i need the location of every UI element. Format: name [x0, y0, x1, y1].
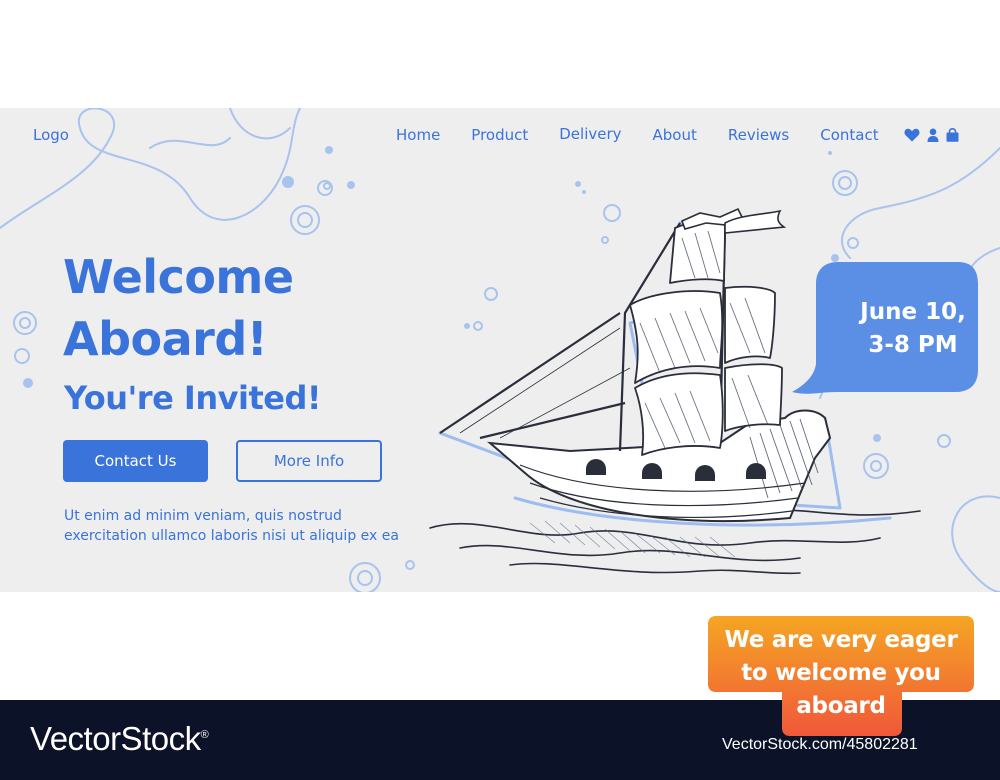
hero-title-line1: Welcome — [63, 250, 294, 304]
brand-name: VectorStock® — [30, 720, 209, 758]
header-icons — [904, 128, 966, 142]
event-date-text: June 10, 3-8 PM — [860, 299, 966, 358]
nav-product[interactable]: Product — [471, 126, 528, 144]
main-nav: Home Product Delivery About Reviews Cont… — [396, 125, 910, 144]
promo-badge-text: We are very eager to welcome you aboard — [724, 627, 958, 719]
hero-body-text: Ut enim ad minim veniam, quis nostrud ex… — [64, 508, 399, 544]
brand-text: VectorStock — [30, 720, 201, 757]
image-id: VectorStock.com/45802281 — [722, 736, 918, 753]
nav-delivery[interactable]: Delivery — [559, 125, 621, 143]
shopping-bag-icon[interactable] — [946, 128, 959, 142]
nav-about[interactable]: About — [653, 126, 697, 144]
more-info-button[interactable]: More Info — [236, 440, 382, 482]
nav-contact[interactable]: Contact — [820, 126, 878, 144]
hero-subtitle: You're Invited! — [64, 379, 321, 417]
heart-icon[interactable] — [904, 128, 920, 142]
user-icon[interactable] — [927, 128, 939, 142]
nav-reviews[interactable]: Reviews — [728, 126, 789, 144]
logo[interactable]: Logo — [33, 126, 69, 144]
page: Logo Home Product Delivery About Reviews… — [0, 0, 1000, 780]
contact-us-button[interactable]: Contact Us — [63, 440, 208, 482]
hero-banner: Logo Home Product Delivery About Reviews… — [0, 108, 1000, 592]
nav-home[interactable]: Home — [396, 126, 440, 144]
hero-title-line2: Aboard! — [63, 312, 268, 366]
trademark-symbol: ® — [200, 729, 209, 741]
